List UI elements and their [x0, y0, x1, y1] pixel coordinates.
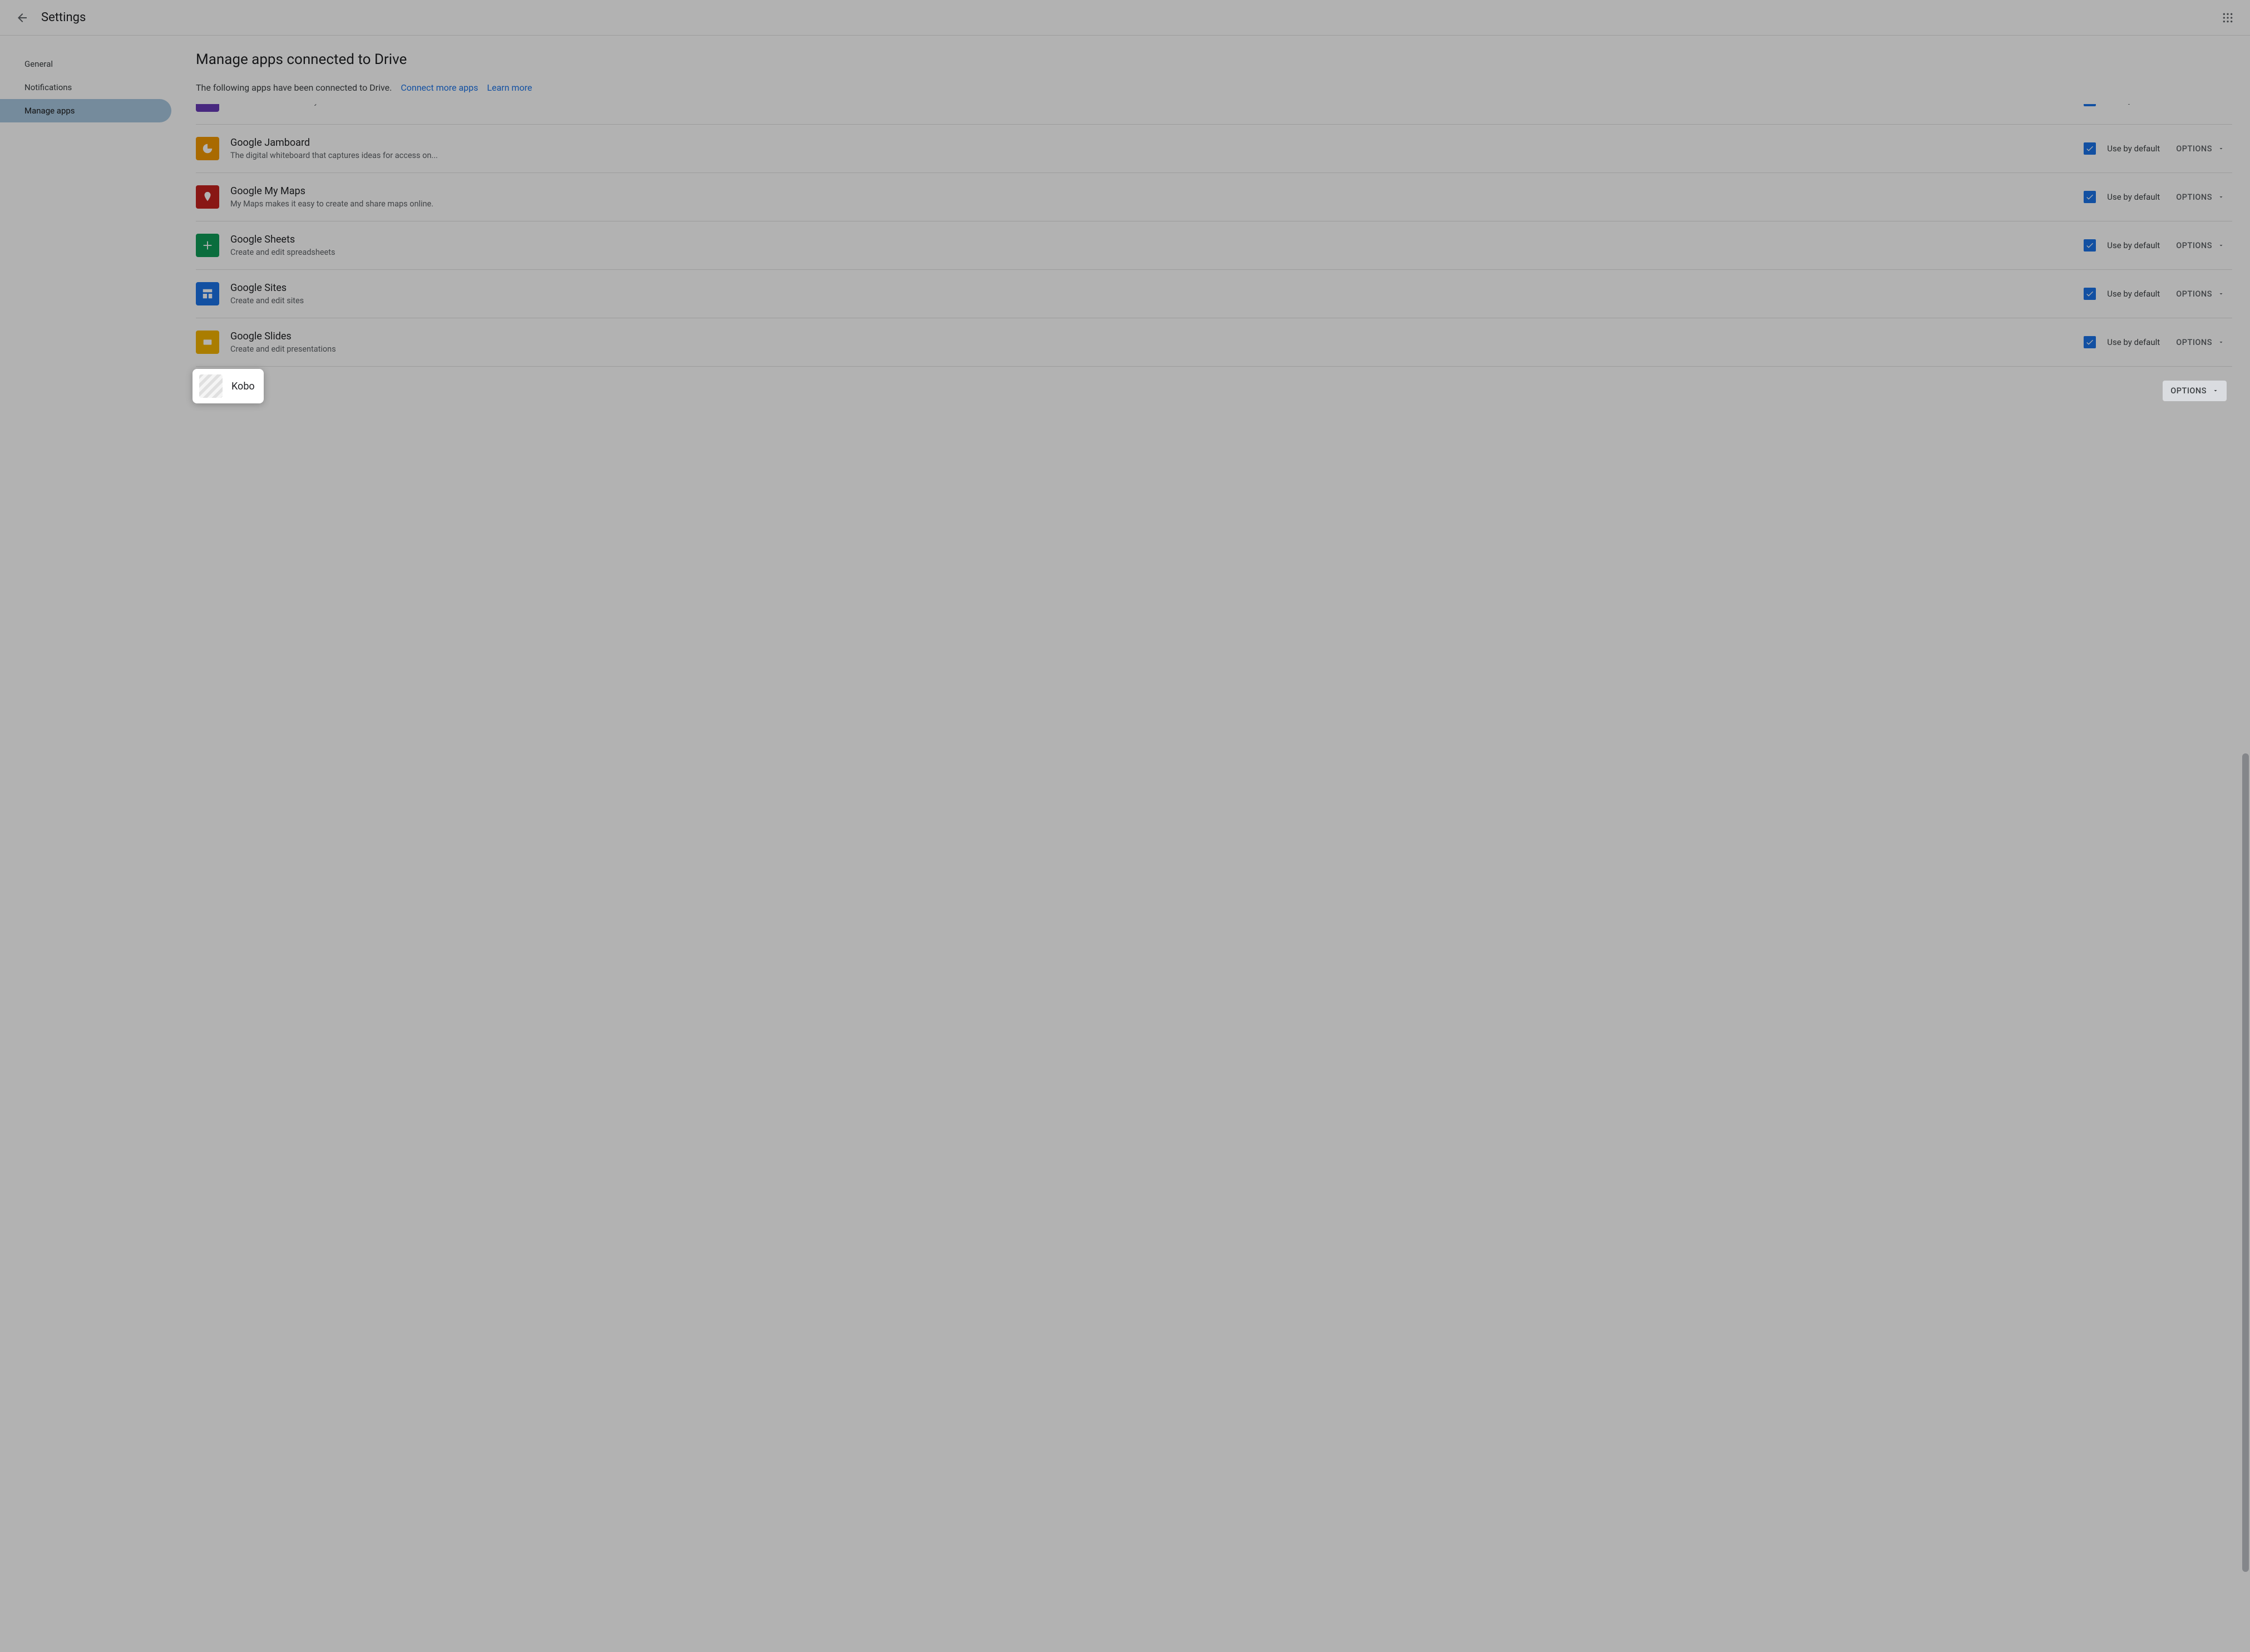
chevron-down-icon [2218, 242, 2224, 249]
options-label: OPTIONS [2176, 289, 2212, 299]
options-label: OPTIONS [2176, 241, 2212, 250]
app-name: Kobo [231, 381, 255, 392]
use-by-default-checkbox[interactable] [2084, 191, 2096, 203]
scrollbar-thumb[interactable] [2242, 753, 2249, 1572]
app-name: Google Sites [230, 282, 2084, 294]
app-options-button[interactable]: OPTIONS [2168, 332, 2232, 353]
use-by-default-checkbox[interactable] [2084, 104, 2096, 106]
app-row-google-my-maps: Google My Maps My Maps makes it easy to … [196, 173, 2232, 221]
app-row-google-forms: x Create forms and surveys Use by defaul… [196, 104, 2232, 125]
app-row-google-sheets: Google Sheets Create and edit spreadshee… [196, 221, 2232, 270]
google-slides-icon [196, 331, 219, 354]
page-title: Settings [41, 11, 86, 24]
app-description: Create and edit sites [230, 296, 2084, 305]
app-text: Google Slides Create and edit presentati… [230, 331, 2084, 354]
app-row-google-sites: Google Sites Create and edit sites Use b… [196, 270, 2232, 318]
app-name: Google Slides [230, 331, 2084, 342]
chevron-down-icon [2218, 145, 2224, 152]
options-label: OPTIONS [2170, 386, 2207, 396]
use-by-default-label: Use by default [2107, 144, 2168, 154]
app-description: My Maps makes it easy to create and shar… [230, 199, 2084, 209]
options-label: OPTIONS [2176, 338, 2212, 347]
back-button[interactable] [11, 7, 33, 29]
app-list[interactable]: x Create forms and surveys Use by defaul… [178, 104, 2250, 1638]
app-name: Google My Maps [230, 185, 2084, 197]
learn-more-link[interactable]: Learn more [487, 82, 532, 93]
use-by-default-label: Use by default [2107, 104, 2168, 105]
manage-apps-panel: Manage apps connected to Drive The follo… [178, 36, 2250, 1652]
google-jamboard-icon [196, 137, 219, 160]
app-row-kobo: OPTIONS [196, 367, 2232, 415]
panel-description: The following apps have been connected t… [196, 82, 392, 93]
app-description: The digital whiteboard that captures ide… [230, 151, 2084, 160]
chevron-down-icon [2218, 339, 2224, 346]
use-by-default-label: Use by default [2107, 337, 2168, 347]
app-name: Google Sheets [230, 234, 2084, 245]
app-options-button[interactable]: OPTIONS [2168, 104, 2232, 111]
app-name [230, 385, 2168, 397]
google-sheets-icon [196, 234, 219, 257]
app-text: Google Sheets Create and edit spreadshee… [230, 234, 2084, 257]
chevron-down-icon [2218, 290, 2224, 297]
google-sites-icon [196, 282, 219, 305]
google-forms-icon [196, 104, 219, 112]
app-options-button[interactable]: OPTIONS [2168, 139, 2232, 159]
options-label: OPTIONS [2176, 144, 2212, 154]
use-by-default-checkbox[interactable] [2084, 239, 2096, 252]
use-by-default-checkbox[interactable] [2084, 288, 2096, 300]
sidebar-item-label: Notifications [24, 82, 72, 92]
use-by-default-label: Use by default [2107, 192, 2168, 202]
sidebar-item-general[interactable]: General [0, 52, 171, 76]
sidebar-item-manage-apps[interactable]: Manage apps [0, 99, 171, 122]
app-name: Google Jamboard [230, 137, 2084, 149]
app-text: Google Jamboard The digital whiteboard t… [230, 137, 2084, 160]
app-text: Google My Maps My Maps makes it easy to … [230, 185, 2084, 209]
arrow-left-icon [16, 11, 29, 24]
app-options-button[interactable]: OPTIONS [2168, 187, 2232, 208]
kobo-icon [199, 374, 223, 398]
sidebar-item-label: General [24, 59, 53, 69]
sidebar-item-notifications[interactable]: Notifications [0, 76, 171, 99]
chevron-down-icon [2212, 387, 2219, 394]
app-row-google-slides: Google Slides Create and edit presentati… [196, 318, 2232, 367]
sidebar-item-label: Manage apps [24, 106, 75, 116]
app-text [230, 385, 2168, 397]
google-apps-button[interactable] [2217, 7, 2239, 29]
app-options-button-kobo[interactable]: OPTIONS [2163, 381, 2227, 401]
app-options-button[interactable]: OPTIONS [2168, 284, 2232, 304]
app-row-kobo-highlight[interactable]: Kobo [193, 369, 264, 403]
app-text: Google Sites Create and edit sites [230, 282, 2084, 305]
app-description: Create and edit spreadsheets [230, 248, 2084, 257]
options-label: OPTIONS [2176, 193, 2212, 202]
top-bar: Settings [0, 0, 2250, 36]
use-by-default-label: Use by default [2107, 240, 2168, 250]
use-by-default-checkbox[interactable] [2084, 336, 2096, 348]
panel-title: Manage apps connected to Drive [196, 51, 2232, 68]
app-options-button[interactable]: OPTIONS [2168, 235, 2232, 256]
options-label: OPTIONS [2176, 104, 2212, 105]
app-description: Create and edit presentations [230, 344, 2084, 354]
chevron-down-icon [2218, 194, 2224, 200]
scrollbar-track[interactable] [2242, 158, 2249, 1646]
use-by-default-checkbox[interactable] [2084, 142, 2096, 155]
use-by-default-label: Use by default [2107, 289, 2168, 299]
app-row-google-jamboard: Google Jamboard The digital whiteboard t… [196, 125, 2232, 173]
apps-grid-icon [2222, 12, 2233, 23]
panel-header: Manage apps connected to Drive The follo… [178, 51, 2250, 93]
app-description: Create forms and surveys [230, 104, 2084, 106]
app-text: x Create forms and surveys [230, 104, 2084, 106]
panel-description-row: The following apps have been connected t… [196, 82, 2232, 93]
body: General Notifications Manage apps Manage… [0, 36, 2250, 1652]
settings-sidebar: General Notifications Manage apps [0, 36, 178, 1652]
google-my-maps-icon [196, 185, 219, 209]
connect-more-apps-link[interactable]: Connect more apps [401, 82, 478, 93]
